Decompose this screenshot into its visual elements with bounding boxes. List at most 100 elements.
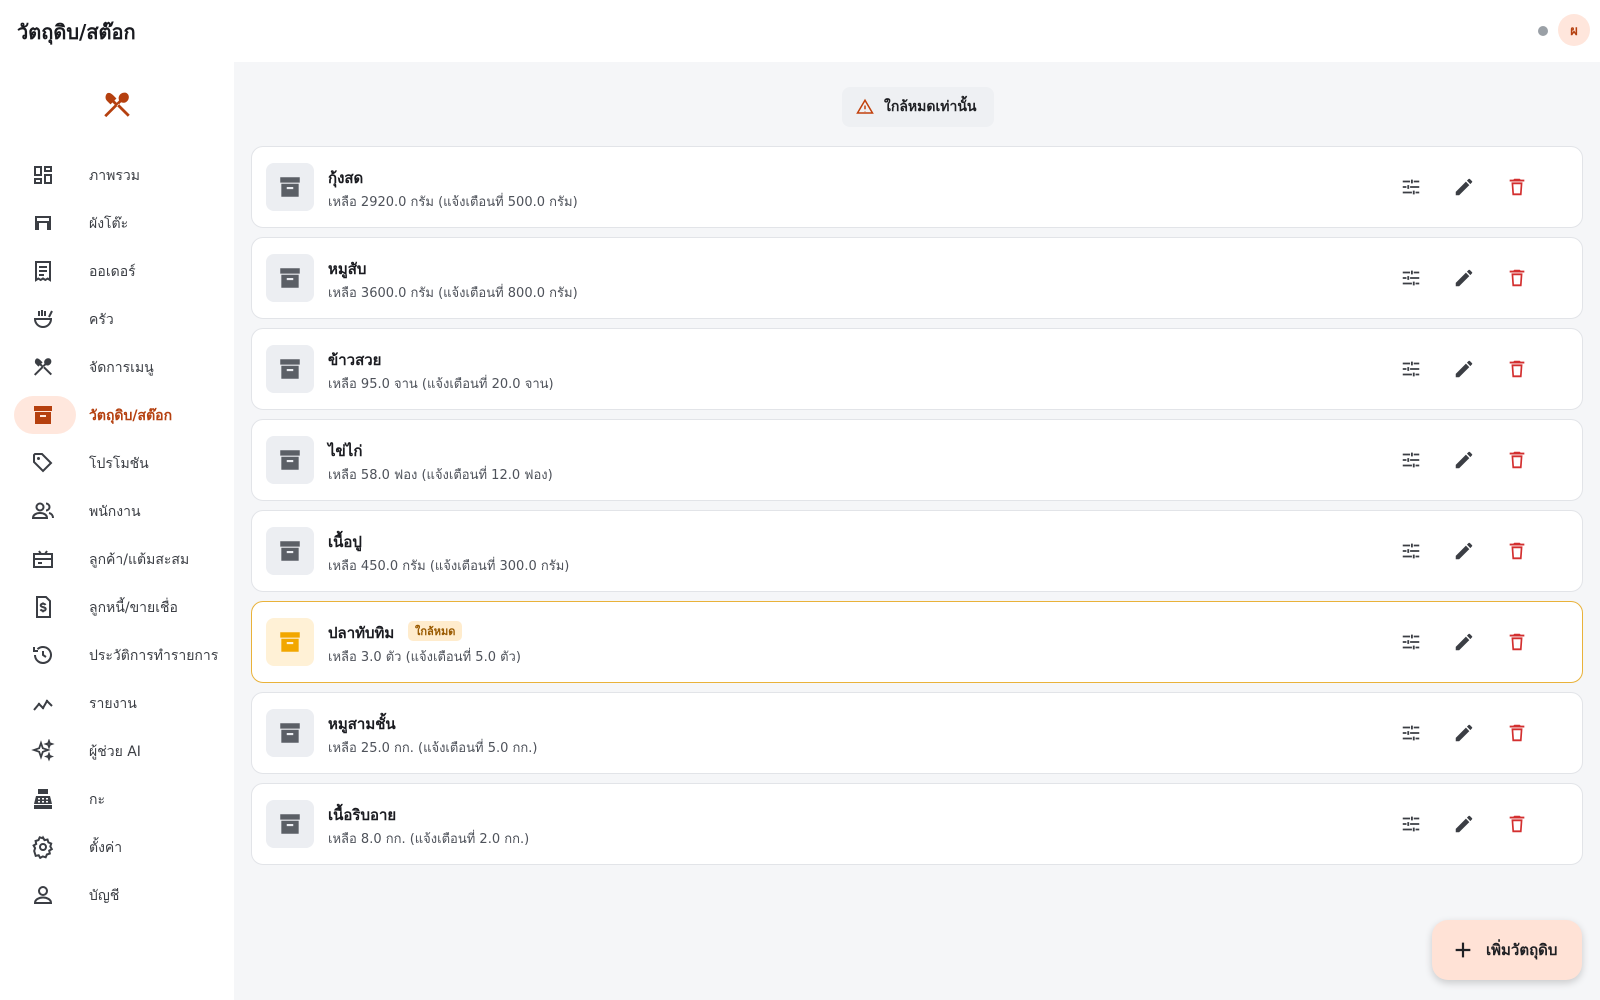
history-icon <box>33 646 52 664</box>
sidebar-item-shift[interactable]: กะ <box>14 780 220 818</box>
tune-icon <box>1402 816 1420 832</box>
sidebar-item-label: วัตถุดิบ/สต๊อก <box>89 408 173 424</box>
sidebar-item-history[interactable]: ประวัติการทำรายการ <box>14 636 220 674</box>
sidebar-item-promotions[interactable]: โปรโมชัน <box>14 444 220 482</box>
sidebar-item-orders[interactable]: ออเดอร์ <box>14 252 220 290</box>
delete-item-button[interactable] <box>1503 719 1531 747</box>
low-stock-badge: ใกล้หมด <box>408 621 463 641</box>
sidebar-item-menu[interactable]: จัดการเมนู <box>14 348 220 386</box>
sidebar: ภาพรวม ผังโต๊ะ ออเดอร์ ครัว จัดการเมนู ว… <box>0 62 234 1000</box>
sidebar-item-receivables[interactable]: ลูกหนี้/ขายเชื่อ <box>14 588 220 626</box>
delete-item-button[interactable] <box>1503 173 1531 201</box>
item-name: ไข่ไก่ <box>328 442 363 460</box>
edit-item-button[interactable] <box>1450 628 1478 656</box>
inventory-row[interactable]: เนื้อริบอาย เหลือ 8.0 กก. (แจ้งเตือนที่ … <box>251 783 1583 865</box>
inventory-row[interactable]: เนื้อปู เหลือ 450.0 กรัม (แจ้งเตือนที่ 3… <box>251 510 1583 592</box>
sidebar-item-label: ครัว <box>89 312 114 328</box>
sidebar-item-label: ผู้ช่วย AI <box>89 744 141 760</box>
inventory-box-icon <box>34 406 52 424</box>
plus-icon <box>1455 942 1471 958</box>
item-stock-detail: เหลือ 8.0 กก. (แจ้งเตือนที่ 2.0 กก.) <box>328 832 530 847</box>
dashboard-icon <box>34 166 52 184</box>
delete-item-button[interactable] <box>1503 446 1531 474</box>
delete-item-button[interactable] <box>1503 355 1531 383</box>
pencil-icon <box>1455 724 1473 742</box>
item-icon-box <box>266 436 314 484</box>
item-icon-box <box>266 709 314 757</box>
low-stock-filter-chip[interactable]: ใกล้หมดเท่านั้น <box>842 87 995 127</box>
sidebar-item-kitchen[interactable]: ครัว <box>14 300 220 338</box>
item-icon-box <box>266 254 314 302</box>
delete-item-button[interactable] <box>1503 810 1531 838</box>
soup-kitchen-icon <box>33 310 53 329</box>
adjust-stock-button[interactable] <box>1397 810 1425 838</box>
edit-item-button[interactable] <box>1450 446 1478 474</box>
adjust-stock-button[interactable] <box>1397 719 1425 747</box>
item-name: หมูสามชั้น <box>328 715 396 733</box>
item-icon-box <box>266 800 314 848</box>
sidebar-item-label: พนักงาน <box>89 504 141 520</box>
adjust-stock-button[interactable] <box>1397 628 1425 656</box>
sidebar-item-reports[interactable]: รายงาน <box>14 684 220 722</box>
item-stock-detail: เหลือ 3.0 ตัว (แจ้งเตือนที่ 5.0 ตัว) <box>328 650 521 665</box>
top-app-bar: วัตถุดิบ/สต๊อก ผ <box>0 0 1600 62</box>
inventory-row[interactable]: หมูสามชั้น เหลือ 25.0 กก. (แจ้งเตือนที่ … <box>251 692 1583 774</box>
sidebar-item-inventory[interactable]: วัตถุดิบ/สต๊อก <box>14 396 220 434</box>
person-icon <box>33 886 53 904</box>
adjust-stock-button[interactable] <box>1397 446 1425 474</box>
delete-item-button[interactable] <box>1503 264 1531 292</box>
trash-icon <box>1509 724 1525 742</box>
item-icon-box <box>266 527 314 575</box>
tune-icon <box>1402 270 1420 286</box>
inventory-row[interactable]: กุ้งสด เหลือ 2920.0 กรัม (แจ้งเตือนที่ 5… <box>251 146 1583 228</box>
pencil-icon <box>1455 542 1473 560</box>
trash-icon <box>1509 815 1525 833</box>
item-name: เนื้อปู <box>328 533 362 551</box>
inventory-row[interactable]: หมูสับ เหลือ 3600.0 กรัม (แจ้งเตือนที่ 8… <box>251 237 1583 319</box>
inventory-row-low-stock[interactable]: ปลาทับทิม ใกล้หมด เหลือ 3.0 ตัว (แจ้งเตื… <box>251 601 1583 683</box>
sidebar-item-label: ลูกค้า/แต้มสะสม <box>89 552 190 568</box>
add-ingredient-button[interactable]: เพิ่มวัตถุดิบ <box>1432 920 1582 980</box>
edit-item-button[interactable] <box>1450 264 1478 292</box>
adjust-stock-button[interactable] <box>1397 173 1425 201</box>
item-stock-detail: เหลือ 3600.0 กรัม (แจ้งเตือนที่ 800.0 กร… <box>328 286 578 301</box>
edit-item-button[interactable] <box>1450 810 1478 838</box>
edit-item-button[interactable] <box>1450 173 1478 201</box>
sidebar-item-overview[interactable]: ภาพรวม <box>14 156 220 194</box>
avatar[interactable]: ผ <box>1558 14 1590 46</box>
item-name: กุ้งสด <box>328 169 364 187</box>
adjust-stock-button[interactable] <box>1397 355 1425 383</box>
people-icon <box>31 502 54 519</box>
trash-icon <box>1509 542 1525 560</box>
page-title: วัตถุดิบ/สต๊อก <box>17 20 136 44</box>
tune-icon <box>1402 543 1420 559</box>
sidebar-item-account[interactable]: บัญชี <box>14 876 220 914</box>
archive-box-icon <box>280 632 300 652</box>
sidebar-item-table-layout[interactable]: ผังโต๊ะ <box>14 204 220 242</box>
sidebar-item-ai-assistant[interactable]: ผู้ช่วย AI <box>14 732 220 770</box>
pencil-icon <box>1455 451 1473 469</box>
sidebar-item-settings[interactable]: ตั้งค่า <box>14 828 220 866</box>
edit-item-button[interactable] <box>1450 719 1478 747</box>
adjust-stock-button[interactable] <box>1397 264 1425 292</box>
pencil-icon <box>1455 269 1473 287</box>
adjust-stock-button[interactable] <box>1397 537 1425 565</box>
edit-item-button[interactable] <box>1450 537 1478 565</box>
inventory-row[interactable]: ไข่ไก่ เหลือ 58.0 ฟอง (แจ้งเตือนที่ 12.0… <box>251 419 1583 501</box>
delete-item-button[interactable] <box>1503 537 1531 565</box>
warning-icon <box>856 98 874 114</box>
item-stock-detail: เหลือ 58.0 ฟอง (แจ้งเตือนที่ 12.0 ฟอง) <box>328 468 553 483</box>
pencil-icon <box>1455 178 1473 196</box>
sidebar-item-label: กะ <box>89 792 105 808</box>
sidebar-item-label: ภาพรวม <box>89 168 140 184</box>
item-stock-detail: เหลือ 95.0 จาน (แจ้งเตือนที่ 20.0 จาน) <box>328 377 554 392</box>
edit-item-button[interactable] <box>1450 355 1478 383</box>
inventory-row[interactable]: ข้าวสวย เหลือ 95.0 จาน (แจ้งเตือนที่ 20.… <box>251 328 1583 410</box>
archive-box-icon <box>280 359 300 379</box>
delete-item-button[interactable] <box>1503 628 1531 656</box>
sidebar-item-customers[interactable]: ลูกค้า/แต้มสะสม <box>14 540 220 578</box>
sidebar-item-label: ออเดอร์ <box>89 264 136 280</box>
sidebar-item-staff[interactable]: พนักงาน <box>14 492 220 530</box>
trash-icon <box>1509 178 1525 196</box>
trend-chart-icon <box>33 699 53 711</box>
